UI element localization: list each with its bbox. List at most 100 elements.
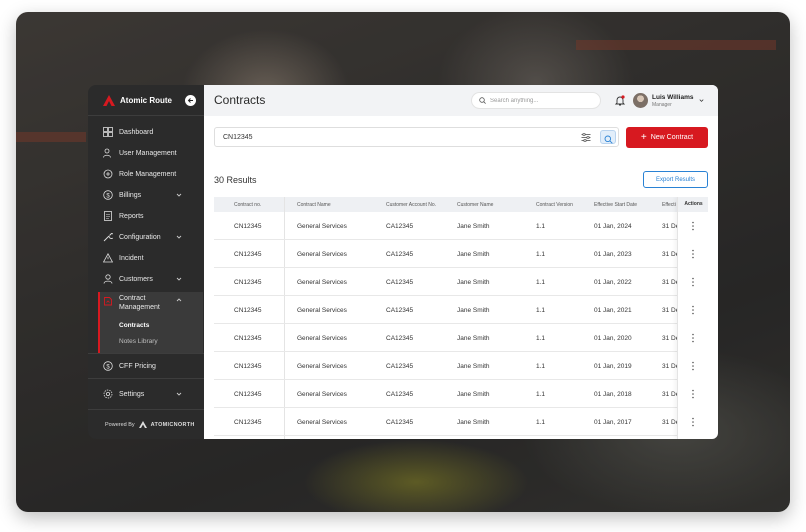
table-cell: Jane Smith bbox=[457, 223, 490, 230]
sidebar-item-customers[interactable]: Customers bbox=[103, 272, 199, 286]
more-options-icon[interactable] bbox=[691, 305, 695, 315]
powered-by: Powered By ATOMICNORTH bbox=[105, 421, 195, 428]
sidebar-item-label: Role Management bbox=[119, 170, 177, 178]
column-header[interactable]: Contract Version bbox=[536, 202, 573, 208]
sidebar-item-dashboard[interactable]: Dashboard bbox=[103, 125, 199, 139]
table-row[interactable]: CN12345 General Services CA12345 Jane Smith… bbox=[214, 324, 708, 352]
brand[interactable]: Atomic Route bbox=[103, 95, 172, 106]
sidebar-item-label: Configuration bbox=[119, 233, 161, 241]
sidebar-item-user-management[interactable]: User Management bbox=[103, 146, 199, 160]
chevron-up-icon bbox=[176, 298, 182, 302]
table-cell: CA12345 bbox=[386, 363, 414, 370]
table-cell: Jane Smith bbox=[457, 363, 490, 370]
sidebar-item-label: Incident bbox=[119, 254, 144, 262]
filter-search-button[interactable] bbox=[600, 130, 616, 144]
column-header[interactable]: Effecti bbox=[662, 202, 676, 208]
table-cell: 01 Jan, 2019 bbox=[594, 363, 632, 370]
table-cell: 01 Jan, 2020 bbox=[594, 335, 632, 342]
sidebar-divider bbox=[88, 115, 204, 116]
more-options-icon[interactable] bbox=[691, 277, 695, 287]
dollar-icon: $ bbox=[103, 190, 113, 200]
more-options-icon[interactable] bbox=[691, 249, 695, 259]
notification-bell-icon[interactable] bbox=[615, 95, 625, 106]
table-cell: 01 Jan, 2024 bbox=[594, 223, 632, 230]
more-options-icon[interactable] bbox=[691, 333, 695, 343]
brand-name: Atomic Route bbox=[120, 96, 172, 105]
sidebar-item-configuration[interactable]: Configuration bbox=[103, 230, 199, 244]
contract-filter-input[interactable]: CN12345 bbox=[214, 127, 619, 147]
chevron-down-icon bbox=[176, 235, 182, 239]
sidebar-item-role-management[interactable]: Role Management bbox=[103, 167, 199, 181]
column-header[interactable]: Contract no. bbox=[234, 202, 261, 208]
search-icon bbox=[604, 135, 613, 144]
column-header[interactable]: Customer Account No. bbox=[386, 202, 436, 208]
column-header[interactable]: Contract Name bbox=[297, 202, 331, 208]
export-results-button[interactable]: Export Results bbox=[643, 171, 708, 188]
table-cell: 1.1 bbox=[536, 391, 546, 398]
table-row[interactable]: CN12345 General Services CA12345 Jane Smith… bbox=[214, 240, 708, 268]
sidebar-subitem-contracts[interactable]: Contracts bbox=[119, 322, 149, 329]
search-icon bbox=[479, 97, 486, 104]
table-cell: 01 Jan, 2021 bbox=[594, 307, 632, 314]
table-cell: General Services bbox=[297, 279, 347, 286]
pricing-icon: $ bbox=[103, 361, 113, 371]
table-row[interactable]: CN12345 General Services CA12345 Jane Smith… bbox=[214, 352, 708, 380]
arrow-left-icon bbox=[187, 98, 193, 103]
sidebar-item-label: Settings bbox=[119, 390, 145, 398]
search-input[interactable] bbox=[490, 97, 590, 104]
table-cell: Jane Smith bbox=[457, 391, 490, 398]
user-name[interactable]: Luis Williams bbox=[652, 94, 693, 101]
chevron-down-icon bbox=[176, 277, 182, 281]
table-cell: Jane Smith bbox=[457, 251, 490, 258]
customer-icon bbox=[103, 274, 113, 284]
more-options-icon[interactable] bbox=[691, 417, 695, 427]
table-cell: General Services bbox=[297, 419, 347, 426]
users-icon bbox=[103, 148, 111, 158]
column-header[interactable]: Effective Start Date bbox=[594, 202, 637, 208]
table-row[interactable]: CN12345 General Services CA12345 Jane Smith… bbox=[214, 212, 708, 240]
sidebar-item-reports[interactable]: Reports bbox=[103, 209, 199, 223]
table-cell: CA12345 bbox=[386, 391, 414, 398]
collapse-sidebar-button[interactable] bbox=[185, 95, 196, 106]
table-cell: 1.1 bbox=[536, 223, 546, 230]
new-contract-button[interactable]: + New Contract bbox=[626, 127, 708, 148]
sidebar-item-contract-management[interactable]: Contract Management bbox=[103, 294, 199, 314]
more-options-icon[interactable] bbox=[691, 221, 695, 231]
table-cell: CN12345 bbox=[234, 307, 262, 314]
chevron-down-icon bbox=[176, 392, 182, 396]
table-cell: 01 Jan, 2018 bbox=[594, 391, 632, 398]
table-cell: CA12345 bbox=[386, 279, 414, 286]
table-cell: General Services bbox=[297, 223, 347, 230]
column-header[interactable]: Customer Name bbox=[457, 202, 493, 208]
table-row[interactable]: CN12345 General Services CA12345 Jane Smith… bbox=[214, 296, 708, 324]
global-search[interactable] bbox=[471, 92, 601, 109]
table-cell: 1.1 bbox=[536, 251, 546, 258]
table-cell: CN12345 bbox=[234, 279, 262, 286]
sidebar-item-incident[interactable]: Incident bbox=[103, 251, 199, 265]
table-row[interactable]: CN12345 General Services CA12345 Jane Smith… bbox=[214, 268, 708, 296]
table-row[interactable]: CN12345 General Services CA12345 Jane Smith… bbox=[214, 380, 708, 408]
chevron-down-icon[interactable] bbox=[698, 97, 705, 104]
sidebar-subitem-notes-library[interactable]: Notes Library bbox=[119, 338, 158, 345]
sidebar-item-label: Contract Management bbox=[119, 295, 160, 311]
more-options-icon[interactable] bbox=[691, 389, 695, 399]
table-cell: CA12345 bbox=[386, 251, 414, 258]
more-options-icon[interactable] bbox=[691, 361, 695, 371]
results-count: 30 Results bbox=[214, 175, 257, 185]
table-row[interactable]: CN12345 General Services CA12345 Jane Smith… bbox=[214, 408, 708, 436]
main-panel: Contracts Luis Williams Manager CN12345 … bbox=[204, 85, 718, 439]
contracts-table: Contract no. Contract Name Customer Acco… bbox=[214, 197, 708, 439]
sidebar-item-billings[interactable]: $ Billings bbox=[103, 188, 199, 202]
table-cell: 1.1 bbox=[536, 335, 546, 342]
sidebar-item-label: Dashboard bbox=[119, 128, 154, 136]
table-cell: General Services bbox=[297, 363, 347, 370]
actions-column: Actions bbox=[677, 197, 708, 439]
user-role: Manager bbox=[652, 102, 672, 108]
sidebar-divider bbox=[88, 353, 204, 354]
table-cell: Jane Smith bbox=[457, 279, 490, 286]
filter-sliders-icon[interactable] bbox=[581, 133, 591, 142]
table-cell: CA12345 bbox=[386, 307, 414, 314]
avatar[interactable] bbox=[633, 93, 648, 108]
sidebar-item-settings[interactable]: Settings bbox=[103, 387, 199, 401]
sidebar-item-cff-pricing[interactable]: $ CFF Pricing bbox=[103, 359, 199, 373]
